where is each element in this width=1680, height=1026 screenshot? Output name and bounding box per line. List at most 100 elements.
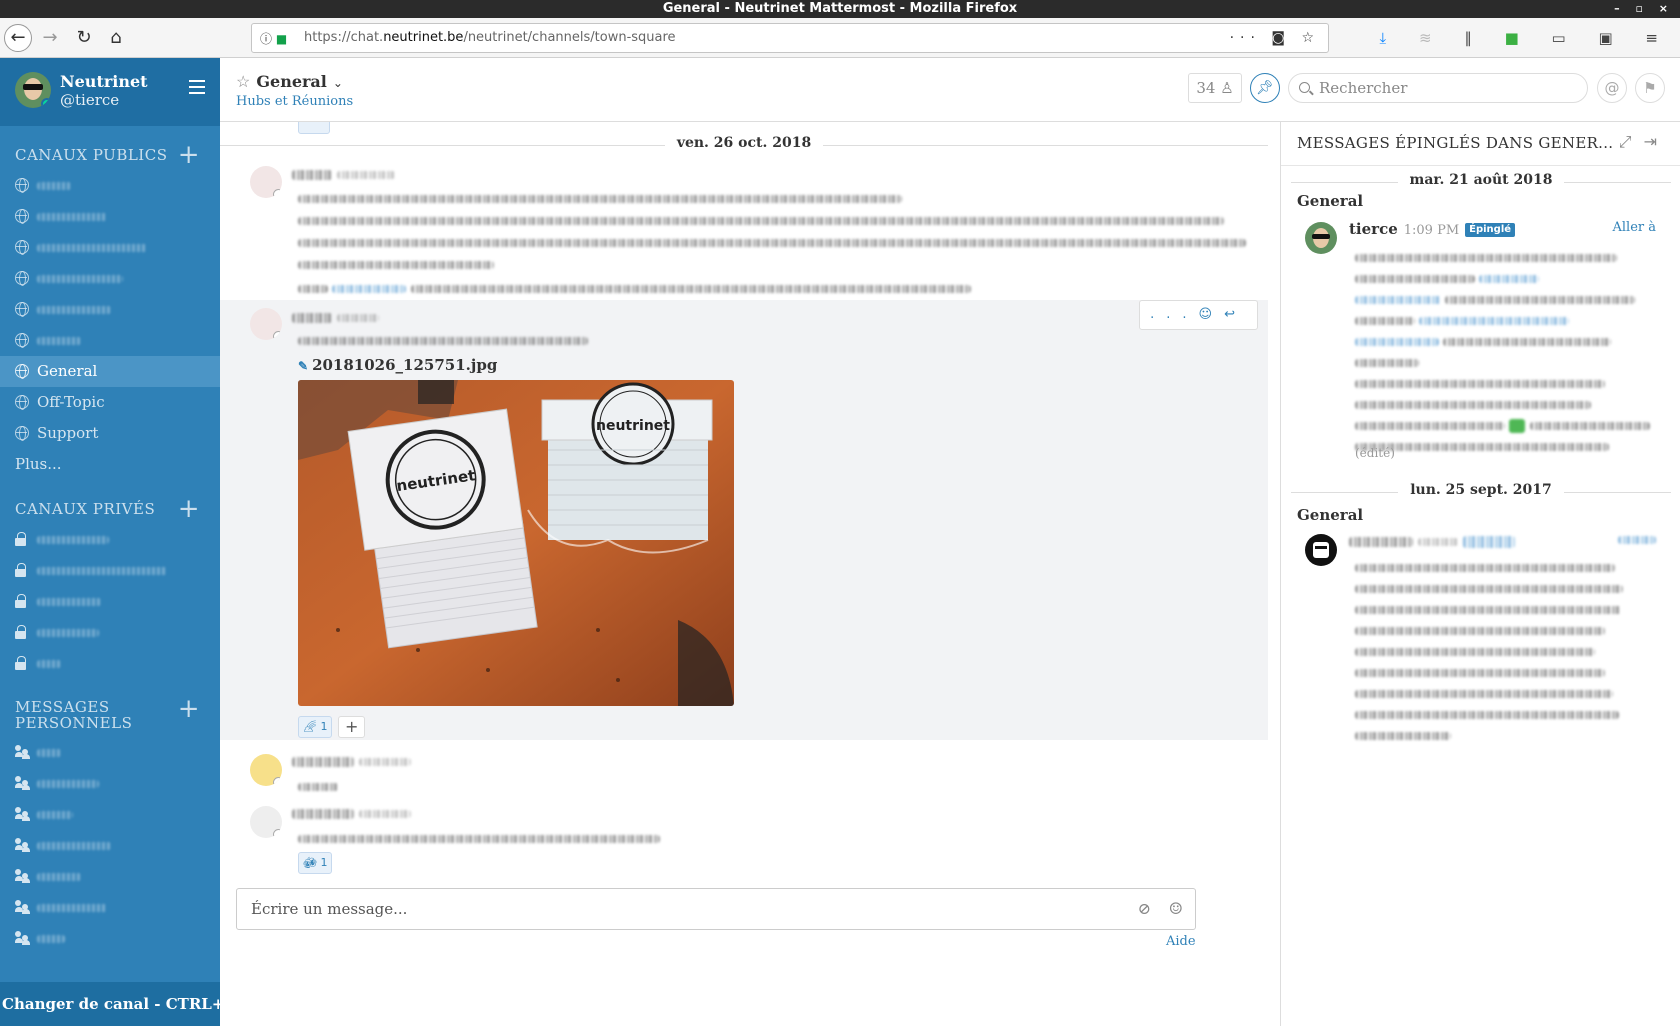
- window-title: General - Neutrinet Mattermost - Mozilla…: [662, 1, 1018, 16]
- avatar[interactable]: [250, 806, 282, 838]
- favorite-star-icon[interactable]: ☆: [236, 72, 250, 91]
- lock-icon: [15, 625, 29, 639]
- avatar[interactable]: [250, 166, 282, 198]
- post-username[interactable]: [292, 804, 412, 822]
- post: ...☺↩ ✎ 20181026_125751.jpg neutrinet ne…: [220, 300, 1268, 740]
- avatar[interactable]: [1305, 534, 1337, 566]
- mentions-icon[interactable]: @: [1597, 73, 1627, 103]
- emoji-icon[interactable]: ☺: [1199, 307, 1225, 322]
- globe-icon: [15, 333, 29, 348]
- post-actions-bar[interactable]: ...☺↩: [1139, 300, 1258, 330]
- pin-icon: 📌︎: [1256, 80, 1274, 96]
- globe-icon: [15, 178, 29, 193]
- section-direct-messages: MESSAGES PERSONNELS +: [15, 694, 200, 732]
- channel-title[interactable]: ☆ General ⌄: [236, 72, 343, 91]
- channel-switcher-button[interactable]: Changer de canal - CTRL+K: [0, 982, 220, 1026]
- avatar[interactable]: [15, 72, 51, 108]
- post-username[interactable]: [292, 165, 396, 183]
- sidebar-item-channel[interactable]: [0, 201, 220, 232]
- pinned-badge: Épinglé: [1465, 223, 1516, 237]
- post-username[interactable]: [292, 308, 380, 326]
- add-private-channel-icon[interactable]: +: [178, 494, 200, 524]
- close-panel-icon[interactable]: ⇥: [1644, 132, 1669, 151]
- sidebar-item-dm[interactable]: [0, 923, 220, 954]
- reaction-chip[interactable]: 🍻︎ 1: [298, 852, 333, 874]
- url-bar[interactable]: ⓘ ■ https://chat.neutrinet.be/neutrinet/…: [251, 23, 1329, 53]
- post-message: [298, 278, 971, 300]
- reaction-chip[interactable]: [298, 122, 330, 134]
- help-link[interactable]: Aide: [1166, 934, 1196, 949]
- avatar[interactable]: [250, 754, 282, 786]
- sidebar-item-dm[interactable]: [0, 768, 220, 799]
- channel-header: ☆ General ⌄ Hubs et Réunions 34 ♙ 📌︎ Reche…: [220, 58, 1680, 122]
- back-icon[interactable]: ←: [4, 24, 32, 52]
- sidebar-item-dm[interactable]: [0, 799, 220, 830]
- sidebar-item-general[interactable]: General: [0, 356, 220, 387]
- site-info-icon[interactable]: ⓘ ■: [260, 30, 287, 47]
- post-username[interactable]: tierce: [1349, 220, 1398, 238]
- sidebar-item-private[interactable]: [0, 524, 220, 555]
- avatar[interactable]: [250, 308, 282, 340]
- member-count-button[interactable]: 34 ♙: [1188, 73, 1242, 103]
- more-actions-icon[interactable]: ...: [1150, 307, 1198, 322]
- globe-icon: [15, 426, 29, 441]
- browser-toolbar: ← → ↻ ⌂ ⓘ ■ https://chat.neutrinet.be/ne…: [0, 18, 1680, 58]
- sidebar-item-channel[interactable]: [0, 263, 220, 294]
- attachment-image[interactable]: neutrinet neutrinet: [298, 380, 734, 706]
- toolbar-icons[interactable]: ⤓ ≋ ∥ ■ ▭ ▣ ≡: [1380, 18, 1672, 58]
- sticker-text: neutrinet: [596, 418, 670, 434]
- reaction-chip[interactable]: 🌈︎ 1: [298, 716, 333, 738]
- search-input[interactable]: Rechercher: [1288, 73, 1588, 103]
- post-time[interactable]: 1:09 PM: [1404, 223, 1459, 238]
- add-direct-message-icon[interactable]: +: [178, 696, 200, 722]
- sidebar-item-channel[interactable]: [0, 294, 220, 325]
- post-username[interactable]: [292, 752, 412, 770]
- sidebar-item-channel[interactable]: [0, 170, 220, 201]
- window-controls[interactable]: – ▫ ×: [1614, 0, 1674, 18]
- sidebar-item-dm[interactable]: [0, 737, 220, 768]
- home-icon[interactable]: ⌂: [102, 24, 130, 52]
- forward-icon[interactable]: →: [36, 24, 64, 52]
- globe-icon: [15, 271, 29, 286]
- sidebar-item-private[interactable]: [0, 586, 220, 617]
- emoji-picker-icon[interactable]: ☺: [1169, 889, 1183, 929]
- sidebar-item-private[interactable]: [0, 648, 220, 679]
- paperclip-icon[interactable]: ⊘: [1138, 889, 1151, 929]
- chevron-down-icon[interactable]: ⌄: [333, 76, 343, 90]
- sidebar-item-private[interactable]: [0, 617, 220, 648]
- flag-icon[interactable]: ⚑: [1635, 73, 1665, 103]
- reply-icon[interactable]: ↩: [1224, 307, 1247, 322]
- sidebar-item-dm[interactable]: [0, 830, 220, 861]
- add-public-channel-icon[interactable]: +: [178, 140, 200, 170]
- rhs-title: MESSAGES ÉPINGLÉS DANS GENER...: [1297, 134, 1614, 152]
- sidebar-item-channel[interactable]: [0, 232, 220, 263]
- users-icon: [15, 807, 29, 821]
- sidebar-item-dm[interactable]: [0, 861, 220, 892]
- globe-icon: [15, 240, 29, 255]
- globe-icon: [15, 209, 29, 224]
- pinned-channel-name: General: [1297, 192, 1364, 210]
- message-input[interactable]: Écrire un message... ⊘ ☺: [236, 888, 1196, 930]
- sidebar-item-off-topic[interactable]: Off-Topic: [0, 387, 220, 418]
- sidebar-item-channel[interactable]: [0, 325, 220, 356]
- sidebar-item-dm[interactable]: [0, 892, 220, 923]
- avatar[interactable]: [1305, 222, 1337, 254]
- jump-link[interactable]: Aller à: [1613, 220, 1657, 235]
- channel-purpose: Hubs et Réunions: [236, 94, 354, 109]
- expand-icon[interactable]: ⤢: [1619, 132, 1644, 151]
- attachment-link[interactable]: ✎ 20181026_125751.jpg: [298, 356, 497, 374]
- jump-link[interactable]: [1618, 532, 1656, 547]
- team-header[interactable]: Neutrinet @tierce: [0, 58, 220, 126]
- url-text[interactable]: https://chat.neutrinet.be/neutrinet/chan…: [304, 24, 676, 52]
- menu-icon[interactable]: [189, 80, 205, 94]
- sidebar-item-private[interactable]: [0, 555, 220, 586]
- reload-icon[interactable]: ↻: [70, 24, 98, 52]
- date-separator: ven. 26 oct. 2018: [220, 135, 1268, 155]
- post-message: [298, 330, 588, 352]
- pinned-messages-button[interactable]: 📌︎: [1250, 73, 1280, 103]
- sidebar-item-support[interactable]: Support: [0, 418, 220, 449]
- pinned-post-header: tierce 1:09 PM Épinglé: [1349, 220, 1516, 238]
- page-actions-icons[interactable]: ··· ◙ ☆: [1230, 24, 1320, 52]
- add-reaction-button[interactable]: +: [338, 716, 366, 738]
- sidebar-item-more[interactable]: Plus...: [0, 449, 220, 480]
